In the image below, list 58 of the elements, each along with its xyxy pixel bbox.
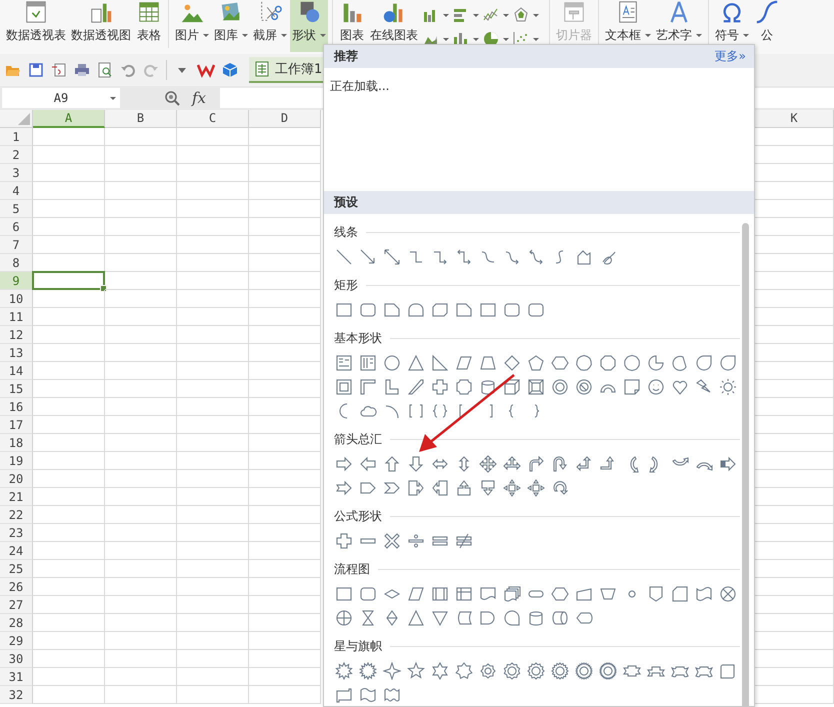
row-header[interactable]: 11 <box>0 308 33 326</box>
ribbon-button[interactable]: 形状 <box>290 0 328 52</box>
row-header[interactable]: 8 <box>0 254 33 272</box>
category-title: 线条 <box>334 224 358 240</box>
function-button[interactable]: fx <box>192 89 206 107</box>
row-header[interactable]: 23 <box>0 524 33 542</box>
row-header[interactable]: 25 <box>0 560 33 578</box>
row-header[interactable]: 29 <box>0 632 33 650</box>
category-title: 流程图 <box>334 560 370 578</box>
ribbon-button[interactable]: 截屏 <box>251 0 289 52</box>
category-title: 公式形状 <box>334 508 382 524</box>
row-header[interactable]: 27 <box>0 596 33 614</box>
row-header[interactable]: 2 <box>0 146 33 164</box>
more-link[interactable]: 更多» <box>714 48 746 65</box>
column-header[interactable]: C <box>177 110 249 128</box>
ribbon-button[interactable]: 数据透视图 <box>69 0 133 52</box>
row-header[interactable]: 18 <box>0 434 33 452</box>
ribbon-button[interactable]: 图库 <box>212 0 250 52</box>
row-header[interactable]: 9 <box>0 272 33 290</box>
row-header[interactable]: 16 <box>0 398 33 416</box>
name-box[interactable]: A9 <box>2 88 120 108</box>
row-header[interactable]: 14 <box>0 362 33 380</box>
row-header[interactable]: 31 <box>0 668 33 686</box>
ribbon-button[interactable]: 数据透视表 <box>4 0 68 52</box>
row-header[interactable]: 15 <box>0 380 33 398</box>
column-header[interactable]: B <box>105 110 177 128</box>
row-header[interactable]: 28 <box>0 614 33 632</box>
row-header[interactable]: 22 <box>0 506 33 524</box>
row-header[interactable]: 4 <box>0 182 33 200</box>
row-header[interactable]: 24 <box>0 542 33 560</box>
column-header[interactable]: K <box>755 110 834 128</box>
row-header[interactable]: 17 <box>0 416 33 434</box>
section-title: 预设 <box>334 194 358 211</box>
column-header[interactable]: D <box>249 110 321 128</box>
section-title: 推荐 <box>334 48 358 65</box>
row-header[interactable]: 30 <box>0 650 33 668</box>
row-header[interactable]: 5 <box>0 200 33 218</box>
ribbon-button[interactable]: 图片 <box>173 0 211 52</box>
category-title: 基本形状 <box>334 330 382 346</box>
row-header[interactable]: 12 <box>0 326 33 344</box>
row-header[interactable]: 20 <box>0 470 33 488</box>
category-title: 星与旗帜 <box>334 638 382 654</box>
category-title: 矩形 <box>334 276 358 294</box>
row-header[interactable]: 13 <box>0 344 33 362</box>
ribbon-button[interactable]: 表格 <box>134 0 164 52</box>
row-header[interactable]: 21 <box>0 488 33 506</box>
category-title: 箭头总汇 <box>334 430 382 448</box>
row-header[interactable]: 19 <box>0 452 33 470</box>
row-header[interactable]: 6 <box>0 218 33 236</box>
row-header[interactable]: 7 <box>0 236 33 254</box>
row-header[interactable]: 3 <box>0 164 33 182</box>
row-header[interactable]: 10 <box>0 290 33 308</box>
column-header[interactable]: A <box>33 110 105 128</box>
row-header[interactable]: 26 <box>0 578 33 596</box>
ribbon-button[interactable]: 公 <box>752 0 782 52</box>
row-header[interactable]: 1 <box>0 128 33 146</box>
ribbon-button[interactable]: 在线图表 <box>368 0 420 52</box>
row-header[interactable]: 32 <box>0 686 33 704</box>
